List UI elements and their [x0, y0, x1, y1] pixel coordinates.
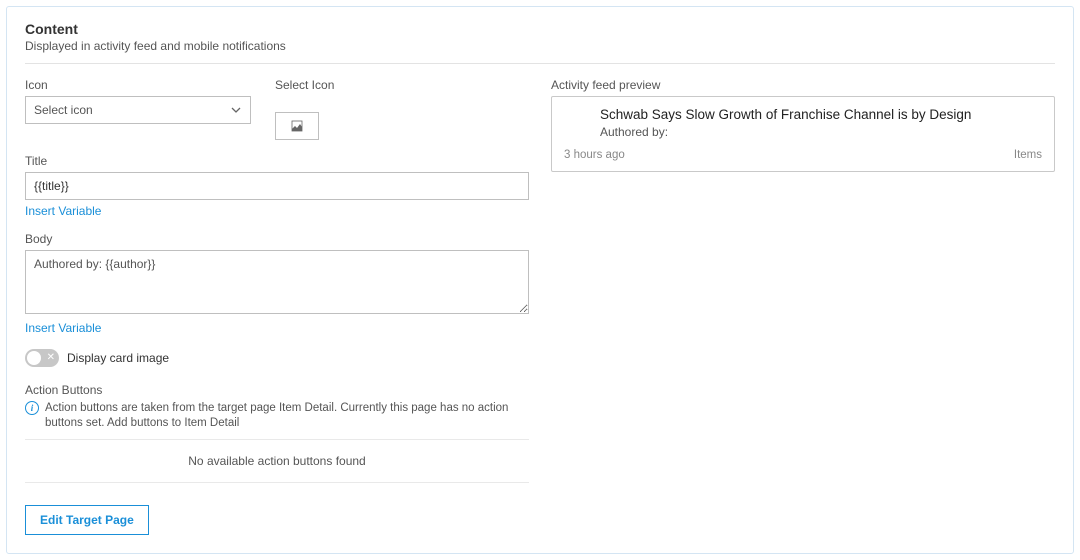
chevron-down-icon [230, 104, 242, 116]
select-icon-label: Select Icon [275, 78, 334, 92]
edit-target-page-button[interactable]: Edit Target Page [25, 505, 149, 535]
title-input[interactable] [25, 172, 529, 200]
body-label: Body [25, 232, 529, 246]
title-insert-variable-link[interactable]: Insert Variable [25, 204, 101, 218]
right-column: Activity feed preview Schwab Says Slow G… [551, 78, 1055, 535]
action-buttons-info-text: Action buttons are taken from the target… [45, 401, 529, 431]
no-action-buttons-text: No available action buttons found [25, 448, 529, 474]
left-column: Icon Select icon Select Icon [25, 78, 529, 535]
preview-body: Authored by: [600, 125, 1042, 139]
preview-label: Activity feed preview [551, 78, 1055, 92]
icon-label: Icon [25, 78, 251, 92]
preview-title: Schwab Says Slow Growth of Franchise Cha… [600, 107, 1042, 122]
icon-select[interactable]: Select icon [25, 96, 251, 124]
divider [25, 63, 1055, 64]
thin-divider-bottom [25, 482, 529, 483]
content-panel: Content Displayed in activity feed and m… [6, 6, 1074, 554]
icon-preview-box[interactable] [275, 112, 319, 140]
display-card-image-label: Display card image [67, 351, 169, 365]
image-placeholder-icon [291, 120, 303, 132]
display-card-image-toggle[interactable]: ✕ [25, 349, 59, 367]
body-insert-variable-link[interactable]: Insert Variable [25, 321, 101, 335]
panel-subtitle: Displayed in activity feed and mobile no… [25, 39, 1055, 53]
toggle-off-icon: ✕ [47, 351, 55, 365]
preview-timestamp: 3 hours ago [564, 149, 625, 161]
thin-divider-top [25, 439, 529, 440]
title-label: Title [25, 154, 529, 168]
activity-feed-preview-card: Schwab Says Slow Growth of Franchise Cha… [551, 96, 1055, 172]
info-icon: i [25, 401, 39, 415]
body-textarea[interactable] [25, 250, 529, 314]
preview-category: Items [1014, 149, 1042, 161]
icon-select-placeholder: Select icon [34, 103, 93, 117]
panel-title: Content [25, 21, 1055, 37]
action-buttons-label: Action Buttons [25, 383, 529, 397]
